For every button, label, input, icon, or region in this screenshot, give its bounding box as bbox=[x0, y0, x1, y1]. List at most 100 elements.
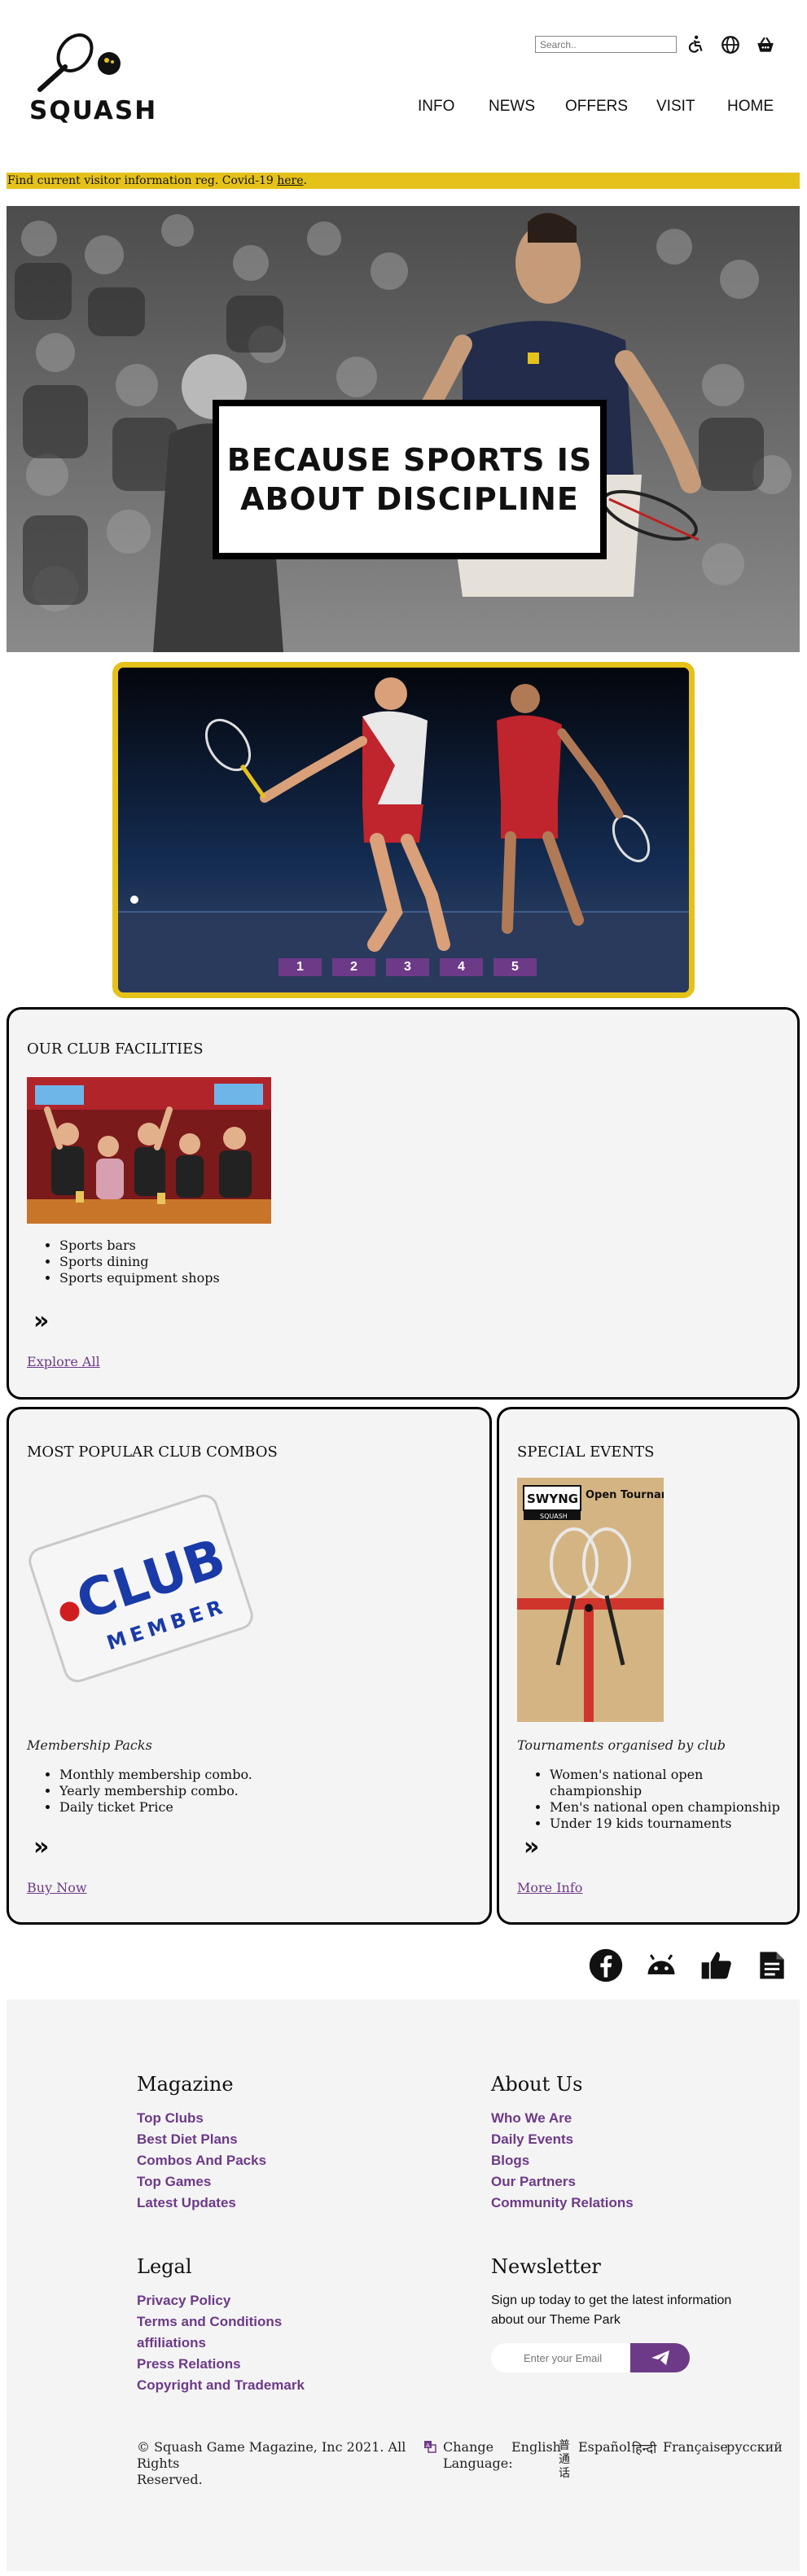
poster-brand-sub: SQUASH bbox=[540, 1513, 568, 1520]
carousel-slide-image bbox=[118, 668, 689, 992]
change-language-label: Change Language: bbox=[443, 2439, 513, 2472]
footer-link-copyright[interactable]: Copyright and Trademark bbox=[137, 2377, 305, 2394]
language-english[interactable]: English bbox=[511, 2439, 561, 2455]
chevron-right-icon[interactable]: » bbox=[33, 1307, 49, 1335]
notice-text: Find current visitor information reg. Co… bbox=[7, 174, 278, 187]
poster-title: Open Tournament bbox=[586, 1489, 664, 1501]
footer-link-community-relations[interactable]: Community Relations bbox=[491, 2195, 634, 2211]
list-item: Men's national open championship bbox=[550, 1799, 797, 1816]
copyright-line-1: © Squash Game Magazine, Inc 2021. All Ri… bbox=[137, 2439, 406, 2471]
newsletter-text-1: Sign up today to get the latest informat… bbox=[491, 2293, 732, 2307]
carousel-dot-5[interactable]: 5 bbox=[493, 958, 537, 976]
more-info-link[interactable]: More Info bbox=[517, 1880, 582, 1895]
language-russian[interactable]: русский bbox=[726, 2439, 783, 2455]
hero-title: BECAUSE SPORTS IS ABOUT DISCIPLINE bbox=[227, 440, 593, 519]
android-icon[interactable] bbox=[643, 1947, 679, 1983]
combos-card: MOST POPULAR CLUB COMBOS CLUB MEMBER Mem… bbox=[7, 1407, 492, 1925]
events-title: SPECIAL EVENTS bbox=[517, 1444, 655, 1461]
footer-link-terms[interactable]: Terms and Conditions bbox=[137, 2314, 282, 2330]
document-icon[interactable] bbox=[754, 1947, 790, 1983]
accessibility-icon[interactable] bbox=[685, 34, 706, 55]
language-hindi[interactable]: हिन्दी bbox=[632, 2439, 656, 2457]
email-field[interactable] bbox=[491, 2343, 638, 2372]
nav-visit[interactable]: VISIT bbox=[656, 98, 695, 116]
search-input[interactable] bbox=[535, 36, 677, 53]
footer-link-blogs[interactable]: Blogs bbox=[491, 2153, 529, 2169]
notice-link[interactable]: here bbox=[277, 174, 303, 187]
explore-all-link[interactable]: Explore All bbox=[27, 1354, 100, 1369]
carousel-pagination: 1 2 3 4 5 bbox=[279, 958, 537, 976]
legal-heading: Legal bbox=[137, 2255, 192, 2278]
buy-now-link[interactable]: Buy Now bbox=[27, 1880, 87, 1895]
language-spanish[interactable]: Español bbox=[578, 2439, 631, 2455]
footer-link-latest-updates[interactable]: Latest Updates bbox=[137, 2195, 236, 2211]
covid-notice-bar: Find current visitor information reg. Co… bbox=[7, 173, 800, 189]
subscribe-button[interactable] bbox=[630, 2343, 690, 2372]
footer-link-who-we-are[interactable]: Who We Are bbox=[491, 2110, 572, 2127]
nav-info[interactable]: INFO bbox=[418, 98, 454, 116]
chevron-right-icon[interactable]: » bbox=[33, 1833, 49, 1861]
site-header: SQUASH INFO NEWS OFFERS VISIT HOME bbox=[0, 0, 807, 163]
carousel-dot-4[interactable]: 4 bbox=[440, 958, 483, 976]
footer-link-top-clubs[interactable]: Top Clubs bbox=[137, 2110, 204, 2127]
carousel-dot-2[interactable]: 2 bbox=[332, 958, 375, 976]
newsletter-heading: Newsletter bbox=[491, 2255, 601, 2278]
footer-link-our-partners[interactable]: Our Partners bbox=[491, 2174, 576, 2190]
footer-link-press-relations[interactable]: Press Relations bbox=[137, 2356, 241, 2372]
facilities-image bbox=[27, 1077, 271, 1224]
combos-subtitle: Membership Packs bbox=[27, 1737, 152, 1753]
magazine-heading: Magazine bbox=[137, 2073, 234, 2096]
chevron-right-icon[interactable]: » bbox=[524, 1833, 539, 1861]
combos-list: Monthly membership combo. Yearly members… bbox=[59, 1767, 252, 1816]
nav-home[interactable]: HOME bbox=[727, 98, 774, 116]
change-language-line-1: Change bbox=[443, 2439, 494, 2455]
translate-icon[interactable]: A bbox=[423, 2440, 436, 2453]
thumbs-up-icon[interactable] bbox=[699, 1947, 735, 1983]
basket-icon[interactable] bbox=[755, 34, 776, 55]
hero-banner: BECAUSE SPORTS IS ABOUT DISCIPLINE bbox=[7, 206, 800, 652]
footer-link-top-games[interactable]: Top Games bbox=[137, 2174, 211, 2190]
language-french[interactable]: Française bbox=[663, 2439, 728, 2455]
facilities-list: Sports bars Sports dining Sports equipme… bbox=[59, 1238, 220, 1286]
list-item: Women's national open championship bbox=[550, 1767, 797, 1799]
list-item: Sports equipment shops bbox=[59, 1270, 220, 1286]
footer-link-affiliations[interactable]: affiliations bbox=[137, 2335, 206, 2351]
footer-link-privacy-policy[interactable]: Privacy Policy bbox=[137, 2293, 230, 2309]
hero-title-line-2: ABOUT DISCIPLINE bbox=[240, 481, 579, 517]
facebook-icon[interactable] bbox=[588, 1947, 624, 1983]
newsletter-form bbox=[491, 2343, 690, 2372]
logo-text[interactable]: SQUASH bbox=[29, 96, 157, 125]
list-item: Monthly membership combo. bbox=[59, 1767, 252, 1783]
list-item: Under 19 kids tournaments bbox=[550, 1816, 797, 1832]
carousel-dot-3[interactable]: 3 bbox=[386, 958, 429, 976]
carousel-dot-1[interactable]: 1 bbox=[279, 958, 322, 976]
nav-news[interactable]: NEWS bbox=[489, 98, 535, 116]
nav-offers[interactable]: OFFERS bbox=[565, 98, 628, 116]
facilities-card: OUR CLUB FACILITIES Sports bars Sports d… bbox=[7, 1007, 800, 1400]
about-heading: About Us bbox=[491, 2073, 583, 2096]
newsletter-text-2: about our Theme Park bbox=[491, 2313, 621, 2327]
globe-icon[interactable] bbox=[720, 34, 741, 55]
language-mandarin[interactable]: 普通话 bbox=[559, 2439, 573, 2481]
poster-brand: SWYNG bbox=[527, 1492, 578, 1506]
tournament-poster-image: SWYNG SQUASH Open Tournament bbox=[517, 1478, 664, 1722]
footer-link-best-diet-plans[interactable]: Best Diet Plans bbox=[137, 2131, 238, 2148]
hero-title-box: BECAUSE SPORTS IS ABOUT DISCIPLINE bbox=[213, 400, 607, 559]
events-card: SPECIAL EVENTS SWYNG SQUASH Open Tournam… bbox=[497, 1407, 800, 1925]
events-subtitle: Tournaments organised by club bbox=[517, 1737, 726, 1753]
list-item: Sports dining bbox=[59, 1254, 220, 1270]
facilities-title: OUR CLUB FACILITIES bbox=[27, 1040, 204, 1058]
list-item: Yearly membership combo. bbox=[59, 1783, 252, 1799]
club-member-card-image: CLUB MEMBER bbox=[29, 1494, 253, 1683]
events-list: Women's national open championship Men's… bbox=[550, 1767, 797, 1832]
site-footer: Magazine Top Clubs Best Diet Plans Combo… bbox=[7, 2000, 800, 2571]
combos-title: MOST POPULAR CLUB COMBOS bbox=[27, 1444, 278, 1461]
change-language-line-2: Language: bbox=[443, 2456, 513, 2471]
image-carousel[interactable]: 1 2 3 4 5 bbox=[112, 662, 695, 998]
hero-title-line-1: BECAUSE SPORTS IS bbox=[226, 442, 593, 478]
footer-link-daily-events[interactable]: Daily Events bbox=[491, 2131, 573, 2148]
footer-link-combos-and-packs[interactable]: Combos And Packs bbox=[137, 2153, 266, 2169]
copyright-line-2: Reserved. bbox=[137, 2472, 203, 2487]
list-item: Daily ticket Price bbox=[59, 1799, 252, 1816]
send-icon bbox=[651, 2350, 669, 2365]
